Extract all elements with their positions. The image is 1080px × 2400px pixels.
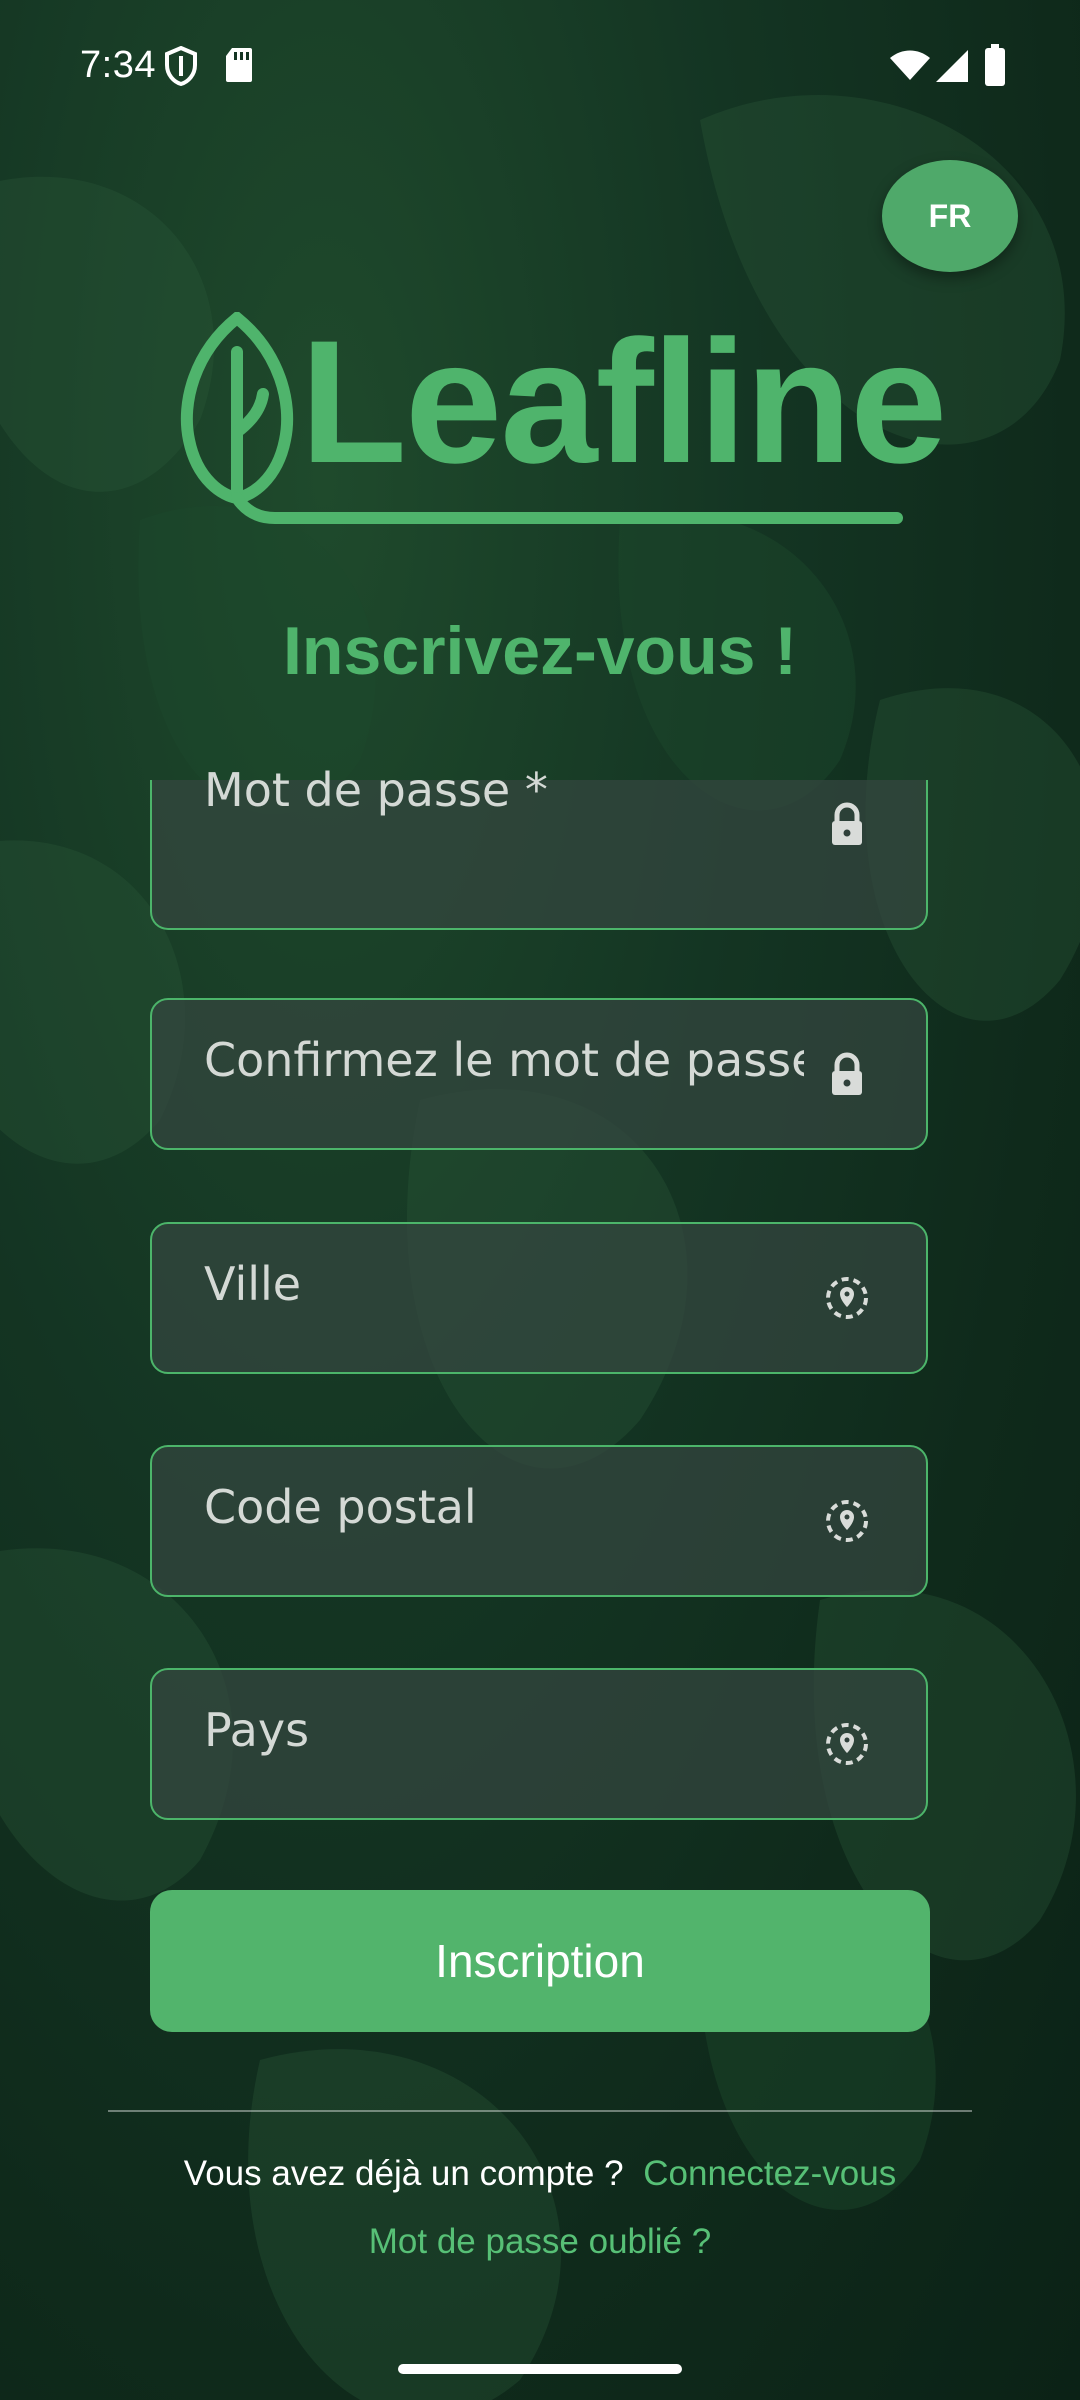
password-input[interactable] <box>204 716 804 864</box>
divider <box>108 2110 972 2112</box>
city-input[interactable] <box>204 1210 804 1358</box>
country-input[interactable] <box>204 1656 804 1804</box>
footer-login-row: Vous avez déjà un compte ? Connectez-vou… <box>0 2154 1080 2194</box>
logo-text: Leafline <box>300 305 947 500</box>
signup-button[interactable]: Inscription <box>150 1890 930 2032</box>
has-account-text: Vous avez déjà un compte ? <box>183 2154 624 2193</box>
signup-button-label: Inscription <box>435 1935 645 1987</box>
postal-code-field[interactable] <box>150 1433 928 1597</box>
shield-icon <box>165 46 197 86</box>
location-icon <box>826 1277 868 1319</box>
wifi-icon <box>890 50 930 80</box>
home-indicator[interactable] <box>398 2364 682 2374</box>
postal-code-input[interactable] <box>204 1433 804 1581</box>
country-field[interactable] <box>150 1656 928 1820</box>
language-label: FR <box>928 197 972 234</box>
status-bar: 7:34 <box>0 0 1080 140</box>
forgot-password-link[interactable]: Mot de passe oublié ? <box>0 2222 1080 2262</box>
lock-icon <box>832 802 862 845</box>
page-title: Inscrivez-vous ! <box>283 613 797 689</box>
sd-card-icon <box>226 48 252 82</box>
location-icon <box>826 1723 868 1765</box>
confirm-password-input[interactable] <box>204 986 804 1134</box>
lock-icon <box>832 1052 862 1095</box>
language-button[interactable]: FR <box>882 160 1018 272</box>
password-field[interactable] <box>150 716 928 930</box>
signal-icon <box>936 50 968 82</box>
city-field[interactable] <box>150 1210 928 1374</box>
login-link[interactable]: Connectez-vous <box>643 2154 896 2193</box>
location-icon <box>826 1500 868 1542</box>
confirm-password-field[interactable] <box>150 986 928 1150</box>
status-time: 7:34 <box>80 44 156 86</box>
battery-icon <box>985 44 1005 86</box>
